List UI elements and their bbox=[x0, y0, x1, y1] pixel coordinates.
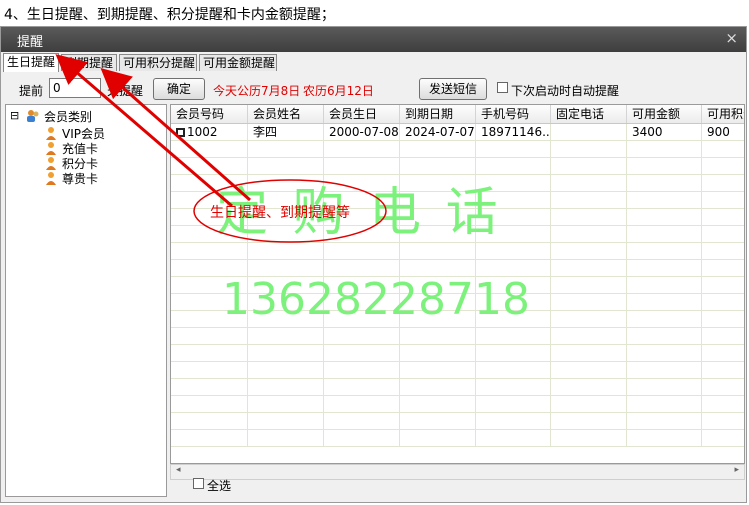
annotation-overlay bbox=[55, 54, 387, 243]
annotation-arrow bbox=[55, 54, 233, 208]
annotation-label: 生日提醒、到期提醒等 bbox=[210, 205, 350, 221]
annotation-arrow bbox=[100, 68, 251, 202]
